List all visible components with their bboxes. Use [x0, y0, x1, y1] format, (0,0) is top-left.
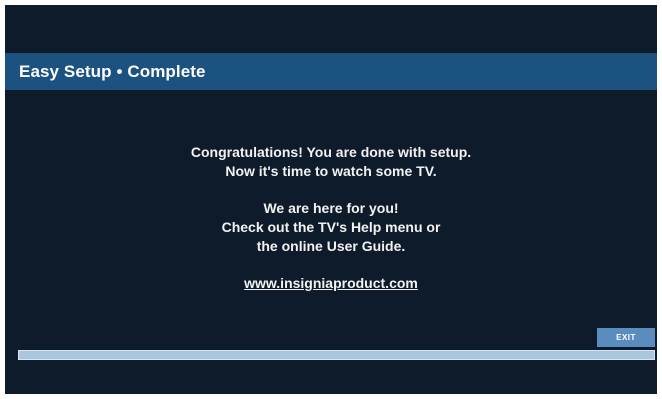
title-bar: Easy Setup • Complete: [5, 53, 657, 90]
message-line: We are here for you!: [263, 200, 399, 216]
message-spacer: [5, 256, 657, 274]
setup-progress-bar: [18, 350, 655, 360]
message-line: Congratulations! You are done with setup…: [190, 144, 472, 160]
setup-progress-fill: [19, 351, 654, 359]
page-title: Easy Setup • Complete: [19, 61, 206, 81]
message-spacer: [5, 181, 657, 199]
completion-message: Congratulations! You are done with setup…: [5, 143, 657, 293]
message-line: the online User Guide.: [256, 238, 406, 254]
message-line: Check out the TV's Help menu or: [221, 219, 441, 235]
exit-button[interactable]: EXIT: [597, 328, 655, 347]
tv-setup-screen: Easy Setup • Complete Congratulations! Y…: [5, 5, 657, 394]
message-line: Now it's time to watch some TV.: [225, 163, 437, 179]
website-link[interactable]: www.insigniaproduct.com: [244, 274, 418, 293]
